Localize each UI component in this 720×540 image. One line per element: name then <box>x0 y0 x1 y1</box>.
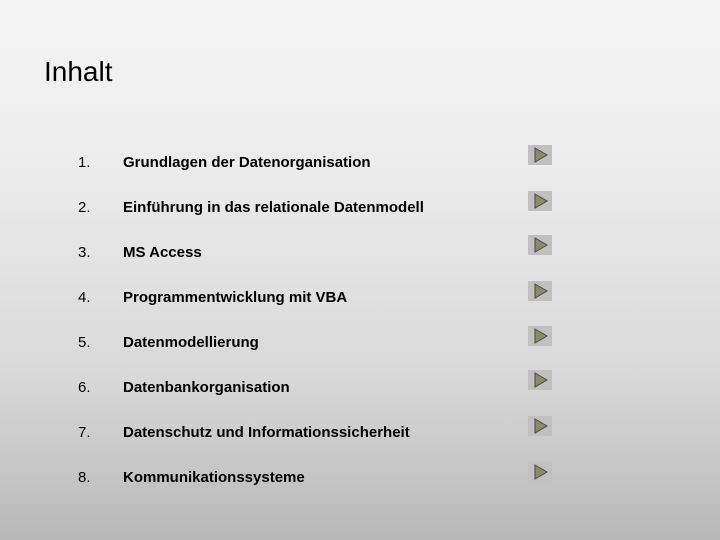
toc-number: 4. <box>78 289 123 306</box>
table-of-contents: 1. Grundlagen der Datenorganisation 2. E… <box>78 140 550 500</box>
nav-arrow-button-5[interactable] <box>528 326 552 346</box>
toc-row: 4. Programmentwicklung mit VBA <box>78 275 550 320</box>
nav-arrow-button-6[interactable] <box>528 370 552 390</box>
toc-number: 7. <box>78 424 123 441</box>
play-icon <box>528 191 552 211</box>
toc-label: Datenschutz und Informationssicherheit <box>123 424 550 441</box>
play-icon <box>528 462 552 482</box>
toc-label: Kommunikationssysteme <box>123 469 550 486</box>
play-icon <box>528 326 552 346</box>
nav-arrow-button-2[interactable] <box>528 191 552 211</box>
nav-arrow-button-4[interactable] <box>528 281 552 301</box>
toc-row: 7. Datenschutz und Informationssicherhei… <box>78 410 550 455</box>
play-icon <box>528 281 552 301</box>
nav-arrow-button-7[interactable] <box>528 416 552 436</box>
toc-label: Datenmodellierung <box>123 334 550 351</box>
toc-row: 8. Kommunikationssysteme <box>78 455 550 500</box>
toc-label: Programmentwicklung mit VBA <box>123 289 550 306</box>
toc-label: Einführung in das relationale Datenmodel… <box>123 199 550 216</box>
nav-arrow-button-3[interactable] <box>528 235 552 255</box>
toc-number: 1. <box>78 154 123 171</box>
toc-row: 3. MS Access <box>78 230 550 275</box>
nav-arrow-button-8[interactable] <box>528 462 552 482</box>
toc-number: 6. <box>78 379 123 396</box>
toc-row: 5. Datenmodellierung <box>78 320 550 365</box>
play-icon <box>528 370 552 390</box>
nav-arrow-button-1[interactable] <box>528 145 552 165</box>
toc-label: Datenbankorganisation <box>123 379 550 396</box>
toc-row: 1. Grundlagen der Datenorganisation <box>78 140 550 185</box>
toc-number: 5. <box>78 334 123 351</box>
toc-row: 6. Datenbankorganisation <box>78 365 550 410</box>
toc-label: MS Access <box>123 244 550 261</box>
play-icon <box>528 416 552 436</box>
page-title: Inhalt <box>44 56 113 88</box>
toc-number: 8. <box>78 469 123 486</box>
toc-number: 3. <box>78 244 123 261</box>
play-icon <box>528 235 552 255</box>
toc-row: 2. Einführung in das relationale Datenmo… <box>78 185 550 230</box>
toc-number: 2. <box>78 199 123 216</box>
toc-label: Grundlagen der Datenorganisation <box>123 154 550 171</box>
play-icon <box>528 145 552 165</box>
